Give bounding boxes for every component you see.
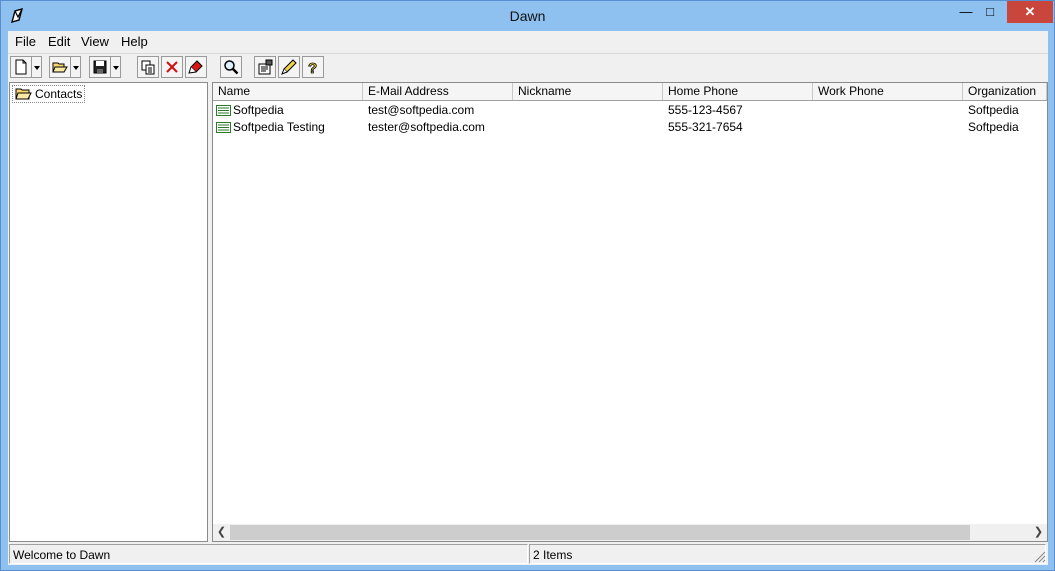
cell-home-phone: 555-123-4567 bbox=[668, 103, 743, 117]
menu-edit[interactable]: Edit bbox=[48, 34, 70, 49]
save-button[interactable] bbox=[89, 56, 111, 78]
title-bar[interactable]: Dawn — □ ✕ bbox=[1, 1, 1054, 31]
new-file-icon bbox=[15, 59, 27, 75]
contact-card-icon bbox=[216, 122, 231, 133]
status-message: Welcome to Dawn bbox=[9, 544, 528, 564]
save-dropdown-button[interactable] bbox=[111, 56, 121, 78]
copy-icon bbox=[141, 60, 155, 75]
close-button[interactable]: ✕ bbox=[1007, 1, 1053, 23]
folder-icon bbox=[15, 88, 32, 100]
properties-button[interactable] bbox=[254, 56, 276, 78]
help-button[interactable]: ? bbox=[302, 56, 324, 78]
column-home-phone[interactable]: Home Phone bbox=[663, 83, 813, 100]
eraser-icon bbox=[188, 60, 203, 74]
pencil-icon bbox=[281, 59, 297, 75]
open-dropdown-button[interactable] bbox=[71, 56, 81, 78]
chevron-right-icon: ❯ bbox=[1033, 526, 1044, 538]
scroll-right-button[interactable]: ❯ bbox=[1030, 524, 1047, 541]
column-nickname[interactable]: Nickname bbox=[513, 83, 663, 100]
contact-card-icon bbox=[216, 105, 231, 116]
cell-email: tester@softpedia.com bbox=[368, 120, 485, 134]
cell-name: Softpedia bbox=[233, 103, 284, 117]
toolbar: ? bbox=[8, 53, 1048, 82]
cell-email: test@softpedia.com bbox=[368, 103, 475, 117]
delete-button[interactable] bbox=[161, 56, 183, 78]
table-row[interactable]: Softpedia test@softpedia.com 555-123-456… bbox=[213, 102, 1047, 119]
open-folder-icon bbox=[52, 62, 68, 73]
list-header: Name E-Mail Address Nickname Home Phone … bbox=[213, 83, 1047, 101]
tree-item-label: Contacts bbox=[35, 87, 83, 101]
scroll-left-button[interactable]: ❮ bbox=[213, 524, 230, 541]
column-email[interactable]: E-Mail Address bbox=[363, 83, 513, 100]
column-name[interactable]: Name bbox=[213, 83, 363, 100]
scrollbar-thumb[interactable] bbox=[230, 525, 970, 540]
open-button[interactable] bbox=[49, 56, 71, 78]
menu-help[interactable]: Help bbox=[121, 34, 148, 49]
properties-icon bbox=[258, 59, 273, 75]
menu-file[interactable]: File bbox=[15, 34, 36, 49]
cell-organization: Softpedia bbox=[968, 120, 1019, 134]
maximize-button[interactable]: □ bbox=[975, 1, 1005, 23]
maximize-icon: □ bbox=[986, 4, 994, 19]
chevron-left-icon: ❮ bbox=[216, 526, 227, 538]
window-title: Dawn bbox=[509, 8, 546, 24]
cell-home-phone: 555-321-7654 bbox=[668, 120, 743, 134]
column-organization[interactable]: Organization bbox=[963, 83, 1047, 100]
delete-x-icon bbox=[166, 61, 178, 73]
magnifier-icon bbox=[224, 60, 239, 75]
question-icon: ? bbox=[308, 60, 318, 75]
horizontal-scrollbar[interactable]: ❮ ❯ bbox=[213, 524, 1047, 541]
copy-button[interactable] bbox=[137, 56, 159, 78]
client-area: File Edit View Help ? Contacts Name E-Ma… bbox=[8, 31, 1048, 565]
erase-button[interactable] bbox=[185, 56, 207, 78]
new-dropdown-button[interactable] bbox=[32, 56, 42, 78]
minimize-icon: — bbox=[959, 4, 973, 19]
folder-tree[interactable]: Contacts bbox=[9, 82, 208, 542]
cell-name: Softpedia Testing bbox=[233, 120, 325, 134]
save-disk-icon bbox=[93, 60, 107, 74]
status-item-count: 2 Items bbox=[529, 544, 1046, 564]
resize-grip-icon[interactable] bbox=[1034, 551, 1046, 563]
new-button[interactable] bbox=[10, 56, 32, 78]
menu-view[interactable]: View bbox=[81, 34, 109, 49]
menu-bar: File Edit View Help bbox=[8, 31, 1048, 51]
edit-button[interactable] bbox=[278, 56, 300, 78]
table-row[interactable]: Softpedia Testing tester@softpedia.com 5… bbox=[213, 119, 1047, 136]
contacts-list[interactable]: Name E-Mail Address Nickname Home Phone … bbox=[212, 82, 1048, 542]
find-button[interactable] bbox=[220, 56, 242, 78]
tree-item-contacts[interactable]: Contacts bbox=[12, 85, 86, 103]
svg-text:?: ? bbox=[308, 60, 317, 75]
status-bar: Welcome to Dawn 2 Items bbox=[8, 543, 1048, 565]
close-icon: ✕ bbox=[1024, 4, 1036, 19]
app-window: Dawn — □ ✕ File Edit View Help ? Contact… bbox=[0, 0, 1055, 571]
cell-organization: Softpedia bbox=[968, 103, 1019, 117]
column-work-phone[interactable]: Work Phone bbox=[813, 83, 963, 100]
